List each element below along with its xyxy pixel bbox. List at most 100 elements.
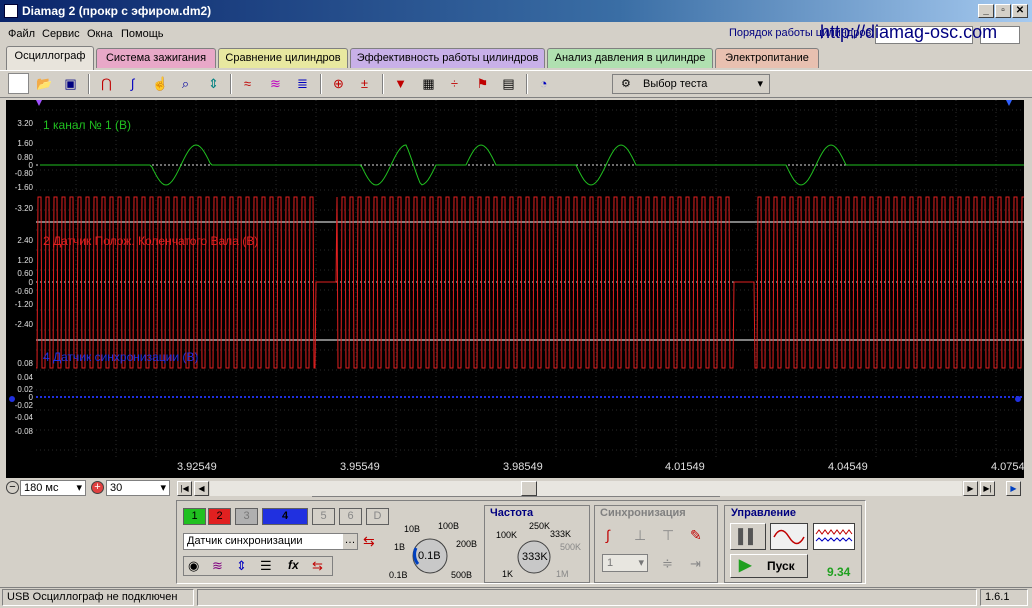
zoom-in-icon[interactable]: + bbox=[91, 481, 104, 494]
tab-cylinder-efficiency[interactable]: Эффективность работы цилиндров bbox=[350, 48, 545, 68]
channel-4-label: 4 Датчик синхронизации (В) bbox=[43, 350, 199, 364]
scroll-thumb[interactable] bbox=[521, 481, 537, 496]
hand-icon[interactable]: ☝ bbox=[150, 73, 171, 94]
sync-title: Синхронизация bbox=[600, 507, 686, 519]
cursor-2-marker bbox=[1006, 100, 1012, 106]
app-icon bbox=[4, 4, 18, 18]
maximize-button[interactable]: ▫ bbox=[995, 4, 1011, 18]
tab-ignition[interactable]: Система зажигания bbox=[96, 48, 216, 68]
chevron-down-icon: ▾ bbox=[638, 557, 644, 569]
x-tick: 3.95549 bbox=[340, 461, 380, 473]
table-icon[interactable]: ▦ bbox=[418, 73, 439, 94]
lines-icon[interactable]: ☰ bbox=[260, 558, 272, 574]
channel-d-button[interactable]: D bbox=[366, 508, 389, 525]
waveform-overlay-icon[interactable]: ≋ bbox=[265, 73, 286, 94]
status-text: USB Осциллограф не подключен bbox=[2, 589, 194, 606]
zoom-icon[interactable]: ⌕ bbox=[175, 73, 196, 94]
frequency-title: Частота bbox=[490, 507, 534, 519]
continuous-wave-button[interactable] bbox=[813, 523, 855, 550]
measure-icon[interactable]: ∫ bbox=[122, 73, 143, 94]
waveform-compare-icon[interactable]: ≈ bbox=[237, 73, 258, 94]
frequency-label: 333K bbox=[550, 529, 572, 539]
scroll-last-button[interactable]: ▶| bbox=[980, 481, 995, 496]
auto-mode-icon[interactable]: ◔ bbox=[533, 73, 554, 94]
tab-oscilloscope[interactable]: Осциллограф bbox=[6, 46, 94, 70]
wave-icon[interactable]: ≋ bbox=[212, 558, 223, 574]
waveform-stack-icon[interactable]: ≣ bbox=[292, 73, 313, 94]
invert-icon[interactable]: ⇆ bbox=[312, 558, 323, 574]
vertical-move-icon[interactable]: ⇕ bbox=[236, 558, 247, 574]
channel-3-button[interactable]: 3 bbox=[235, 508, 258, 525]
sync-rising-icon[interactable]: ∫ bbox=[606, 527, 610, 543]
site-link[interactable]: http://diamag-osc.com bbox=[820, 22, 997, 43]
channel-5-button[interactable]: 5 bbox=[312, 508, 335, 525]
channel-4-button[interactable]: 4 bbox=[262, 508, 308, 525]
open-folder-icon[interactable]: 📂 bbox=[34, 73, 55, 94]
sync-channel-value: 1 bbox=[607, 557, 614, 569]
marker-flag-icon[interactable]: ⚑ bbox=[472, 73, 493, 94]
signal-select[interactable]: Датчик синхронизации … bbox=[183, 533, 358, 550]
channel-2-label: 2 Датчик Полож. Коленчатого Вала (В) bbox=[43, 234, 259, 248]
y-tick: -0.60 bbox=[15, 287, 34, 296]
sync-center-icon[interactable]: ⇥ bbox=[690, 556, 701, 572]
x-axis: 3.92549 3.95549 3.98549 4.01549 4.04549 … bbox=[6, 458, 1025, 478]
auto-scale-icon[interactable]: ⊕ bbox=[328, 73, 349, 94]
x-tick: 4.01549 bbox=[665, 461, 705, 473]
sync-pencil-icon[interactable]: ✎ bbox=[690, 527, 702, 544]
oscilloscope-display[interactable]: 3.20 1.60 0.80 0 -0.80 -1.60 -3.20 2.40 1.20 0.60… bbox=[6, 100, 1024, 478]
voltage-label: 1В bbox=[394, 542, 406, 552]
start-button[interactable]: ▶ Пуск bbox=[730, 554, 808, 578]
cursor-icon[interactable]: ⋂ bbox=[96, 73, 117, 94]
minimize-button[interactable]: _ bbox=[978, 4, 994, 18]
y-tick: -3.20 bbox=[15, 204, 34, 213]
channel-4-marker bbox=[9, 396, 15, 402]
sensor-settings-icon[interactable]: ⇆ bbox=[363, 533, 375, 550]
new-file-icon[interactable] bbox=[8, 73, 29, 94]
y-tick: 3.20 bbox=[17, 119, 33, 128]
scroll-right-button[interactable]: ▶ bbox=[963, 481, 978, 496]
menu-windows[interactable]: Окна bbox=[87, 28, 113, 40]
filter-icon[interactable]: ▼ bbox=[390, 73, 411, 94]
tab-pressure-analysis[interactable]: Анализ давления в цилиндре bbox=[547, 48, 713, 68]
y-tick: -1.20 bbox=[15, 300, 34, 309]
pause-button[interactable]: ▌▌ bbox=[730, 523, 766, 550]
test-select[interactable]: Выбор теста ⚙ ▾ bbox=[612, 74, 770, 94]
menu-service[interactable]: Сервис bbox=[42, 28, 80, 40]
channel-1-button[interactable]: 1 bbox=[183, 508, 206, 525]
y-tick: -0.04 bbox=[15, 413, 34, 422]
menu-help[interactable]: Помощь bbox=[121, 28, 164, 40]
gear-icon: ⚙ bbox=[621, 78, 631, 90]
close-button[interactable]: ✕ bbox=[1012, 4, 1028, 18]
time-scrollbar[interactable] bbox=[210, 481, 962, 496]
eye-icon[interactable]: ◉ bbox=[188, 558, 199, 574]
title-bar: Diamag 2 (прокр с эфиром.dm2) _ ▫ ✕ bbox=[0, 0, 1032, 22]
scroll-left-button[interactable]: ◀ bbox=[194, 481, 209, 496]
function-icon[interactable]: fx bbox=[288, 558, 299, 572]
cursor-1-marker bbox=[36, 100, 42, 106]
frame-count-select[interactable]: 30 ▾ bbox=[106, 480, 170, 496]
menu-file[interactable]: Файл bbox=[8, 28, 35, 40]
sync-level-icon[interactable]: ≑ bbox=[662, 556, 673, 572]
play-scroll-button[interactable]: ▶ bbox=[1006, 481, 1021, 496]
single-wave-button[interactable] bbox=[770, 523, 808, 550]
sync-down-icon[interactable]: ⊤ bbox=[662, 527, 674, 544]
y-tick: 0 bbox=[29, 278, 34, 287]
x-tick: 3.98549 bbox=[503, 461, 543, 473]
report-icon[interactable]: ▤ bbox=[498, 73, 519, 94]
window-title: Diamag 2 (прокр с эфиром.dm2) bbox=[22, 4, 212, 18]
channel-6-button[interactable]: 6 bbox=[339, 508, 362, 525]
ellipsis-icon: … bbox=[343, 534, 357, 549]
sync-channel-select[interactable]: 1 ▾ bbox=[602, 554, 648, 572]
fit-icon[interactable]: ⇕ bbox=[203, 73, 224, 94]
timebase-select[interactable]: 180 мс ▾ bbox=[20, 480, 86, 496]
zoom-out-icon[interactable]: − bbox=[6, 481, 19, 494]
sync-up-icon[interactable]: ⊥ bbox=[634, 527, 646, 544]
tab-cylinder-compare[interactable]: Сравнение цилиндров bbox=[218, 48, 348, 68]
channel-2-button[interactable]: 2 bbox=[208, 508, 231, 525]
y-tick: 2.40 bbox=[17, 236, 33, 245]
scroll-first-button[interactable]: |◀ bbox=[177, 481, 192, 496]
split-icon[interactable]: ÷ bbox=[444, 73, 465, 94]
tab-power[interactable]: Электропитание bbox=[715, 48, 819, 68]
save-icon[interactable]: ▣ bbox=[60, 73, 81, 94]
zero-offset-icon[interactable]: ± bbox=[354, 73, 375, 94]
